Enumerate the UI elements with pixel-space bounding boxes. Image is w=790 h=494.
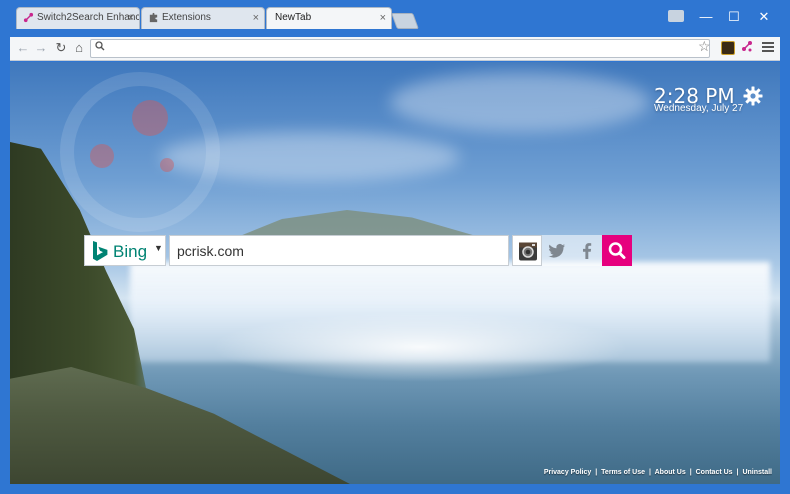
footer-separator: | — [595, 469, 598, 476]
privacy-policy-link[interactable]: Privacy Policy — [544, 469, 591, 476]
home-button[interactable]: ⌂ — [70, 39, 88, 57]
footer-separator: | — [689, 469, 692, 476]
search-engine-selector[interactable]: Bing ▼ — [84, 235, 166, 266]
tab-label: Extensions — [162, 12, 211, 23]
bing-logo-icon — [93, 241, 108, 261]
twitter-button[interactable] — [542, 235, 572, 266]
reload-button[interactable]: ↻ — [52, 39, 70, 57]
bookmark-star-icon[interactable]: ☆ — [698, 38, 711, 55]
minimize-button[interactable]: — — [692, 8, 720, 28]
watermark-dot — [90, 144, 114, 168]
back-button[interactable]: ← — [14, 39, 32, 57]
chevron-down-icon: ▼ — [154, 243, 163, 253]
tab-close-icon[interactable]: × — [380, 8, 386, 28]
newtab-page: 2:28 PM Wednesday, July 27 Bing ▼ pcrisk… — [10, 62, 780, 484]
facebook-button[interactable] — [572, 235, 602, 266]
instagram-button[interactable] — [512, 235, 542, 266]
terms-of-use-link[interactable]: Terms of Use — [601, 469, 645, 476]
maximize-button[interactable]: ☐ — [720, 8, 748, 28]
search-engine-label: Bing — [113, 242, 148, 261]
footer-links: Privacy Policy | Terms of Use | About Us… — [544, 469, 772, 476]
tab-label: Switch2Search Enhance y — [37, 12, 140, 23]
browser-toolbar: ← → ↻ ⌂ ☆ — [10, 37, 780, 61]
contact-us-link[interactable]: Contact Us — [696, 469, 733, 476]
tab-extensions[interactable]: Extensions × — [141, 7, 265, 29]
switch2search-tab-icon — [23, 12, 34, 23]
footer-separator: | — [648, 469, 651, 476]
watermark-dot — [160, 158, 174, 172]
search-input[interactable] — [169, 235, 509, 266]
watermark-logo — [60, 72, 220, 232]
uninstall-link[interactable]: Uninstall — [742, 469, 772, 476]
tab-close-icon[interactable]: × — [253, 8, 259, 28]
tab-newtab[interactable]: NewTab × — [266, 7, 392, 29]
facebook-icon — [583, 243, 592, 259]
about-us-link[interactable]: About Us — [655, 469, 686, 476]
background-rocks — [10, 367, 350, 484]
background-mist — [210, 312, 630, 382]
instagram-icon — [519, 242, 537, 261]
twitter-icon — [548, 244, 565, 258]
browser-window: Switch2Search Enhance y × Extensions × N… — [0, 0, 790, 494]
chrome-menu-icon[interactable] — [762, 40, 774, 54]
switch2search-extension-icon[interactable] — [741, 40, 753, 55]
close-window-button[interactable]: ✕ — [750, 8, 778, 28]
footer-separator: | — [736, 469, 739, 476]
clock-date: Wednesday, July 27 — [654, 103, 744, 114]
puzzle-icon — [149, 12, 158, 23]
tab-close-icon[interactable]: × — [128, 8, 134, 28]
gear-icon[interactable] — [743, 86, 763, 106]
tab-label: NewTab — [275, 12, 312, 23]
new-tab-button[interactable] — [391, 13, 419, 29]
watermark-dot — [132, 100, 168, 136]
search-button[interactable] — [602, 235, 632, 266]
user-profile-icon[interactable] — [668, 10, 684, 22]
background-cloud — [390, 72, 650, 132]
address-bar[interactable] — [90, 39, 710, 58]
tab-switch2search[interactable]: Switch2Search Enhance y × — [16, 7, 140, 29]
forward-button[interactable]: → — [32, 39, 50, 57]
search-icon — [608, 242, 626, 259]
extension-icon[interactable] — [721, 41, 735, 55]
search-icon — [95, 41, 105, 54]
